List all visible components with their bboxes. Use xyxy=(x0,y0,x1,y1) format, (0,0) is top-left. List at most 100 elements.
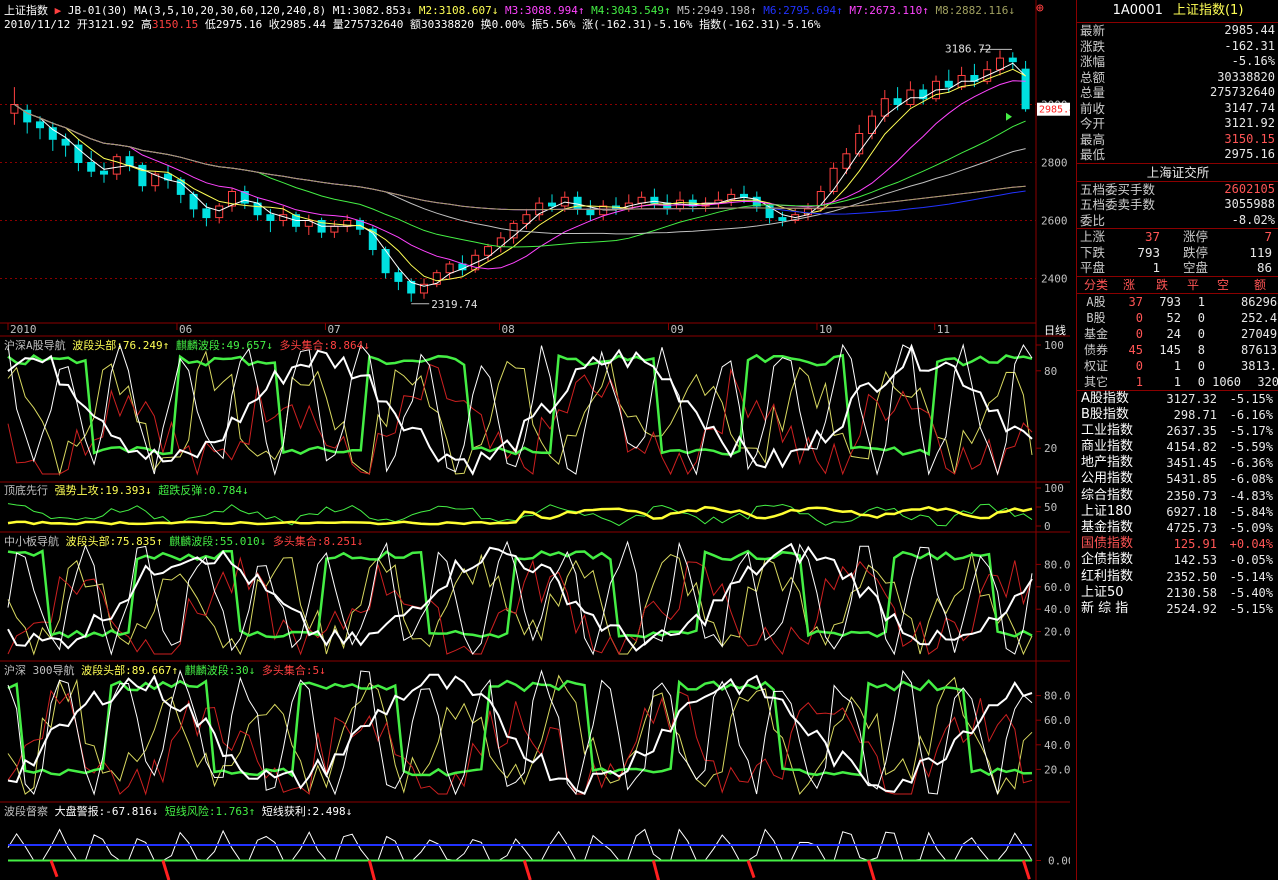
table-cell: 1 xyxy=(1197,294,1205,309)
candle-body xyxy=(829,167,838,193)
candle-body xyxy=(35,121,45,129)
time-tick-label: 2010 xyxy=(10,323,37,336)
index-row[interactable]: 企债指数 142.53 -0.05% xyxy=(1077,552,1278,568)
indicator-title: 中小板导航 xyxy=(4,535,66,548)
table-header-cell: 涨 xyxy=(1122,277,1135,292)
ohlc-value: 2975.16 xyxy=(215,18,263,31)
index-name: 综合指数 xyxy=(1081,487,1134,503)
index-price: 298.71 xyxy=(1173,407,1217,422)
index-row[interactable]: 商业指数 4154.82 -5.59% xyxy=(1077,439,1278,455)
indicator-line-thin xyxy=(7,669,1033,796)
candle-body xyxy=(522,214,531,224)
quote-row: 今开 3121.92 xyxy=(1077,116,1278,132)
index-change: +0.04% xyxy=(1229,537,1273,552)
formula-name: JB-01(30) xyxy=(67,4,128,17)
chart-canvas[interactable]: 24002600280030003186.722319.742985.42010… xyxy=(0,0,1070,880)
table-row: 其它 1 1 0 1060 320 xyxy=(1077,374,1278,390)
breadth-row: 上涨 37 涨停 7 xyxy=(1077,229,1278,245)
row-value: 2602105 xyxy=(1224,181,1275,196)
table-row: 权证 0 1 0 3813.1 xyxy=(1077,358,1278,374)
index-price: 4725.73 xyxy=(1166,521,1217,535)
table-cell: 27049.8 xyxy=(1241,326,1278,341)
indicator-line-white xyxy=(7,673,1033,796)
chart-header-line2: 2010/11/12 开3121.92 高3150.15 低2975.16 收2… xyxy=(4,18,820,31)
breadth-cell: 涨停 xyxy=(1182,229,1208,244)
price-tick-label: 2600 xyxy=(1041,215,1068,228)
indicator-tick-label: 100 xyxy=(1044,339,1064,352)
table-cell: 0 xyxy=(1197,326,1205,341)
ohlc-label: 低 xyxy=(198,18,216,31)
table-cell: 252.47 xyxy=(1241,310,1278,325)
indicator-legend-item: 多头集合:5↓ xyxy=(261,664,326,677)
ohlc-label: 指数 xyxy=(692,18,722,31)
indicator-tick-label: 40.00 xyxy=(1044,739,1070,752)
candle-body xyxy=(496,237,505,248)
warning-spike xyxy=(651,860,661,880)
index-row[interactable]: 新 综 指 2524.92 -5.15% xyxy=(1077,601,1278,617)
index-row[interactable]: 国债指数 125.91 +0.04% xyxy=(1077,536,1278,552)
row-label: 总量 xyxy=(1080,85,1106,100)
index-row[interactable]: A股指数 3127.32 -5.15% xyxy=(1077,391,1278,407)
index-change: -0.05% xyxy=(1229,553,1273,568)
indicator-title: 沪深 300导航 xyxy=(4,664,82,677)
indicator-legend-item: 多头集合:8.251↓ xyxy=(272,535,364,548)
breadth-cell: 1 xyxy=(1152,260,1160,275)
ohlc-label: 振 xyxy=(524,18,543,31)
indicator-tick-label: 80.00 xyxy=(1044,558,1070,571)
index-row[interactable]: 工业指数 2637.35 -5.17% xyxy=(1077,423,1278,439)
indicator-legend-item: 麒麟波段:30↓ xyxy=(184,664,262,677)
index-row[interactable]: 基金指数 4725.73 -5.09% xyxy=(1077,520,1278,536)
table-cell: 145 xyxy=(1159,342,1181,357)
ohlc-value: 3150.15 xyxy=(151,18,199,31)
indicator-tick-label: 60.00 xyxy=(1044,581,1070,594)
index-row[interactable]: 上证180 6927.18 -5.84% xyxy=(1077,504,1278,520)
time-tick-label: 11 xyxy=(937,323,950,336)
ohlc-value: 3121.92 xyxy=(87,18,135,31)
table-cell: 债券 xyxy=(1083,342,1108,357)
security-name: 上证指数(1) xyxy=(1172,3,1244,18)
row-value: 2985.44 xyxy=(1224,23,1275,37)
candle-body xyxy=(432,272,441,285)
index-row[interactable]: 红利指数 2352.50 -5.14% xyxy=(1077,569,1278,585)
ma-value-m2: M2:3108.607↓ xyxy=(412,4,499,17)
index-name: 新 综 指 xyxy=(1081,600,1129,616)
index-row[interactable]: 上证50 2130.58 -5.40% xyxy=(1077,585,1278,601)
chart-area[interactable]: 24002600280030003186.722319.742985.42010… xyxy=(0,0,1070,880)
indicator-legend-item: 波段头部:76.249↑ xyxy=(72,339,176,352)
security-code: 1A0001 xyxy=(1112,3,1163,18)
index-row[interactable]: 综合指数 2350.73 -4.83% xyxy=(1077,488,1278,504)
index-row[interactable]: B股指数 298.71 -6.16% xyxy=(1077,407,1278,423)
table-header-cell: 平 xyxy=(1186,277,1199,292)
row-label: 今开 xyxy=(1080,116,1106,131)
index-row[interactable]: 公用指数 5431.85 -6.08% xyxy=(1077,471,1278,487)
table-cell: 基金 xyxy=(1083,326,1108,341)
row-label: 涨幅 xyxy=(1080,54,1106,69)
table-row: 基金 0 24 0 27049.8 xyxy=(1077,326,1278,342)
indicator-legend: 沪深 300导航 波段头部:89.667↑ 麒麟波段:30↓ 多头集合:5↓ xyxy=(4,664,326,677)
index-name: A股指数 xyxy=(1081,390,1129,406)
indicator-tick-label: 0.00 xyxy=(1048,855,1070,868)
quote-list: 最新 2985.44 涨跌 -162.31 涨幅 -5.16% 总额 30338820 总量 27… xyxy=(1077,23,1278,164)
candle-body xyxy=(330,225,339,233)
quote-row: 最高 3150.15 xyxy=(1077,132,1278,148)
candle-body xyxy=(381,249,390,274)
index-row[interactable]: 地产指数 3451.45 -6.36% xyxy=(1077,455,1278,471)
price-tick-label: 2400 xyxy=(1041,273,1068,286)
ma-value-m1: M1:3082.853↓ xyxy=(332,4,413,17)
ohlc-label: 额 xyxy=(403,18,422,31)
row-label: 委比 xyxy=(1080,212,1106,228)
table-cell: 862968 xyxy=(1241,294,1278,309)
quote-row: 总额 30338820 xyxy=(1077,70,1278,86)
quote-panel-title: 1A0001 上证指数(1) xyxy=(1077,0,1278,23)
ohlc-label: 量 xyxy=(326,18,344,31)
candle-body xyxy=(573,196,582,210)
ohlc-value: (-162.31)-5.16% xyxy=(721,18,821,31)
table-cell: B股 xyxy=(1086,310,1106,325)
row-value: 275732640 xyxy=(1209,85,1275,99)
row-label: 最高 xyxy=(1080,131,1106,147)
window-control-icon[interactable]: ⊕ xyxy=(1036,2,1044,15)
table-cell: 1 xyxy=(1173,358,1181,373)
index-name: 上证50 xyxy=(1081,584,1124,600)
breadth-cell: 空盘 xyxy=(1182,260,1208,275)
indicator-legend-item: 超跌反弹:0.784↓ xyxy=(158,484,249,497)
